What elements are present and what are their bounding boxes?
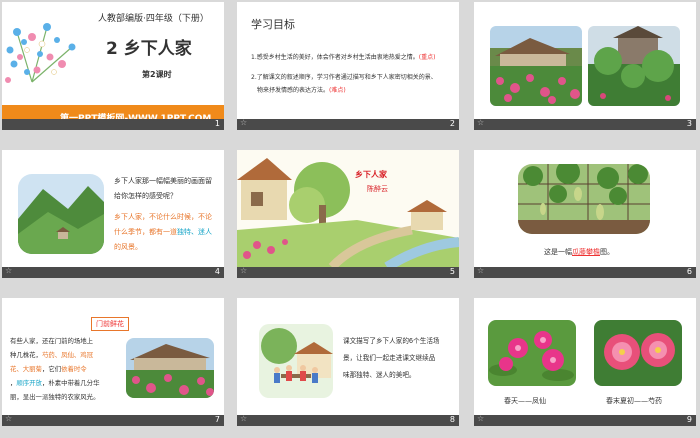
caption-right: 春末夏初——芍药 (606, 397, 662, 405)
question-line-1: 乡下人家那一幅幅美丽的画面留 (114, 177, 212, 185)
answer-line-2: 什么季节，都有一道独特、迷人 (114, 228, 212, 236)
star-icon: ☆ (240, 414, 248, 423)
goal-2-line-2: 物来抒发情感的表达方法。(难点) (257, 87, 346, 94)
slide-number: 7 (214, 415, 220, 424)
slide-bar: ☆ 6 (474, 266, 696, 278)
story-author: 陈醉云 (367, 185, 388, 193)
summary-line-1: 课文描写了乡下人家的6个生活场 (343, 337, 440, 345)
text-line-4: ，顺序开放，朴素中带着几分华 (10, 379, 100, 387)
slide-2-thumbnail[interactable]: 学习目标 1.感受乡村生活的美好，体会作者对乡村生活由衷地热爱之情。(重点) 2… (237, 2, 459, 130)
slide-number: 2 (449, 119, 455, 128)
slide-3-thumbnail[interactable]: ☆ 3 (474, 2, 696, 130)
mountain-village-image (18, 174, 104, 254)
star-icon: ☆ (240, 118, 248, 127)
summary-line-2: 景，让我们一起走进课文继续品 (343, 354, 436, 362)
farmhouse-flowers-image (126, 338, 214, 398)
slide-bar: ☆ 2 (237, 118, 459, 130)
family-dinner-illustration (259, 324, 333, 398)
slide-number: 5 (449, 267, 455, 276)
question-line-2: 给你怎样的感受呢？ (114, 192, 177, 200)
star-icon: ☆ (240, 266, 248, 275)
slide-number: 4 (214, 267, 220, 276)
slide-6-thumbnail[interactable]: 这是一幅瓜藤攀檐图。 ☆ 6 (474, 150, 696, 278)
slide-bar: ☆ 7 (2, 414, 224, 426)
story-title: 乡下人家 (355, 170, 387, 179)
slide-number: 9 (686, 415, 692, 424)
slide-number: 3 (686, 119, 692, 128)
balsam-flower-image (488, 320, 576, 386)
goal-2-line-1: 2.了解课文的叙述顺序，学习作者通过描写和乡下人家密切相关的景、 (251, 74, 437, 81)
slide-7-thumbnail[interactable]: 门前鲜花 有些人家，还在门前的场地上 种几株花，芍药、凤仙、鸡冠 花、大丽菊，它… (2, 298, 224, 426)
slide-bar: ☆ 9 (474, 414, 696, 426)
publisher-label: 人教部编版·四年级（下册） (98, 14, 209, 24)
caption-left: 春天——凤仙 (504, 397, 546, 405)
slide-5-thumbnail[interactable]: 乡下人家 陈醉云 ☆ 5 (237, 150, 459, 278)
star-icon: ☆ (5, 266, 13, 275)
caption-fill-blank: 瓜藤攀檐 (572, 248, 600, 256)
star-icon: ☆ (5, 414, 13, 423)
period-label: 第2课时 (142, 70, 172, 79)
village-photo-left (490, 26, 582, 106)
slide-number: 1 (214, 119, 220, 128)
slide-number: 6 (686, 267, 692, 276)
slide-8-thumbnail[interactable]: 课文描写了乡下人家的6个生活场 景，让我们一起走进课文继续品 味那独特、迷人的美… (237, 298, 459, 426)
slide-bar: ☆ 3 (474, 118, 696, 130)
slide-number: 8 (449, 415, 455, 424)
slide-bar: ☆ 5 (237, 266, 459, 278)
text-line-2: 种几株花，芍药、凤仙、鸡冠 (10, 351, 94, 359)
section-tag: 门前鲜花 (91, 317, 129, 331)
goal-1: 1.感受乡村生活的美好，体会作者对乡村生活由衷地热爱之情。(重点) (251, 54, 436, 61)
village-illustration (237, 150, 459, 267)
slide-4-thumbnail[interactable]: 乡下人家那一幅幅美丽的画面留 给你怎样的感受呢？ 乡下人家，不论什么时候，不论 … (2, 150, 224, 278)
gourd-vine-image (518, 164, 650, 234)
star-icon: ☆ (477, 118, 485, 127)
peony-flower-image (594, 320, 682, 386)
slide-heading: 学习目标 (251, 18, 295, 31)
flower-bouquet-image (2, 2, 102, 107)
lesson-title: 2 乡下人家 (106, 39, 192, 59)
summary-line-3: 味那独特、迷人的美吧。 (343, 371, 416, 379)
star-icon: ☆ (477, 266, 485, 275)
star-icon: ☆ (477, 414, 485, 423)
text-line-1: 有些人家，还在门前的场地上 (10, 337, 94, 345)
slide-bar: ☆ 4 (2, 266, 224, 278)
text-line-5: 丽，显出一派独特的农家风光。 (10, 393, 100, 401)
answer-line-1: 乡下人家，不论什么时候，不论 (114, 213, 212, 221)
slide-bar: ☆ 8 (237, 414, 459, 426)
caption: 这是一幅瓜藤攀檐图。 (544, 248, 614, 256)
village-photo-right (588, 26, 680, 106)
slide-1-thumbnail[interactable]: 人教部编版·四年级（下册） 2 乡下人家 第2课时 第一PPT模板网-WWW.1… (2, 2, 224, 130)
answer-line-3: 的风景。 (114, 243, 142, 251)
slide-9-thumbnail[interactable]: 春天——凤仙 春末夏初——芍药 ☆ 9 (474, 298, 696, 426)
slide-bar: 1 (2, 119, 224, 130)
text-line-3: 花、大丽菊，它们依着时令 (10, 365, 87, 373)
